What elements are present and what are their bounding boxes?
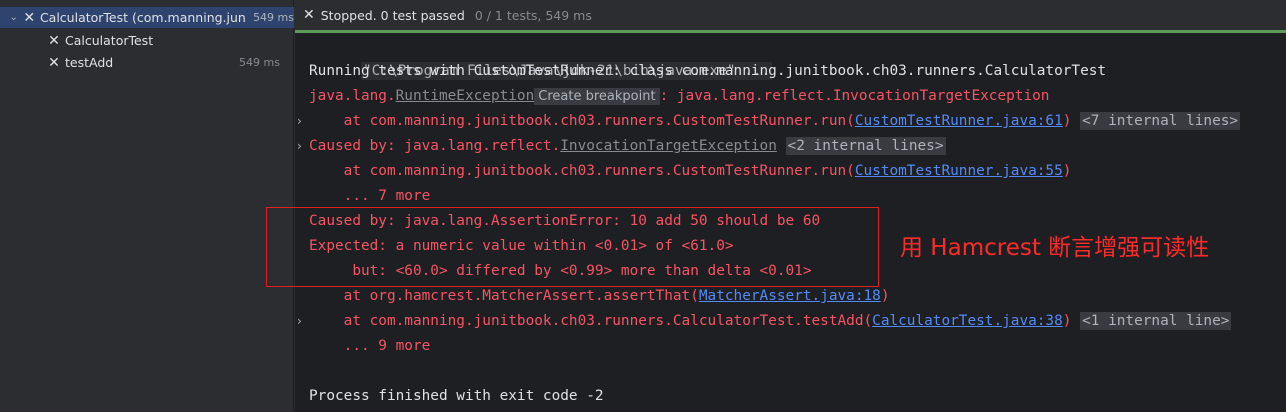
tree-item-time: 549 ms xyxy=(253,11,295,24)
stack-frame-text: at com.manning.junitbook.ch03.runners.Ca… xyxy=(309,313,873,329)
status-text: Stopped. 0 test passed xyxy=(320,7,465,23)
paren: ) xyxy=(880,288,890,304)
chevron-right-icon[interactable]: › xyxy=(297,109,302,134)
exception-message: : java.lang.reflect.InvocationTargetExce… xyxy=(659,88,1050,104)
stack-frame-text: at com.manning.junitbook.ch03.runners.Cu… xyxy=(309,113,855,129)
caused-by-text: Caused by: java.lang.reflect. xyxy=(309,138,561,154)
console-line: at org.hamcrest.MatcherAssert.assertThat… xyxy=(309,284,1286,309)
tree-item-label: CalculatorTest xyxy=(65,33,154,48)
tree-item-testadd[interactable]: ✕ testAdd 549 ms xyxy=(0,52,294,73)
paren: ) xyxy=(1062,313,1072,329)
console-line: Running tests with CustomTestRunner: cla… xyxy=(309,63,1107,79)
test-failed-icon: ✕ xyxy=(48,32,60,49)
tree-item-calculatortest[interactable]: ✕ CalculatorTest xyxy=(0,30,294,51)
console-line: ... 9 more xyxy=(309,338,431,354)
console-line: java.lang.RuntimeException Create breakpo… xyxy=(309,84,1286,109)
paren: ) xyxy=(1062,163,1072,179)
console-line: › at com.manning.junitbook.ch03.runners.… xyxy=(297,109,1286,134)
internal-lines-fold[interactable]: <2 internal lines> xyxy=(785,137,946,155)
highlight-box xyxy=(266,207,879,287)
tree-item-calculatortest-root[interactable]: ⌄ ✕ CalculatorTest (com.manning.junit 54… xyxy=(0,7,294,28)
chevron-right-icon[interactable]: › xyxy=(297,134,302,159)
console-line: ... 7 more xyxy=(309,188,431,204)
console-line-empty xyxy=(309,359,1286,384)
console-line: › at com.manning.junitbook.ch03.runners.… xyxy=(297,309,1286,334)
source-link[interactable]: CalculatorTest.java:38 xyxy=(872,313,1063,329)
console-line: Process finished with exit code -2 xyxy=(309,388,604,404)
stack-frame-text: at com.manning.junitbook.ch03.runners.Cu… xyxy=(309,163,855,179)
status-count: 0 / 1 tests, 549 ms xyxy=(474,7,592,23)
chevron-right-icon[interactable]: › xyxy=(297,309,302,334)
exception-link[interactable]: InvocationTargetException xyxy=(560,138,777,154)
create-breakpoint-tooltip[interactable]: Create breakpoint xyxy=(534,88,660,105)
console-line: "C:\Program Files\Java\jdk-21\bin\java.e… xyxy=(309,34,1286,80)
internal-lines-fold[interactable]: <7 internal lines> xyxy=(1080,112,1241,130)
stack-frame-text: at org.hamcrest.MatcherAssert.assertThat… xyxy=(309,288,699,304)
source-link[interactable]: CustomTestRunner.java:61 xyxy=(855,113,1063,129)
test-failed-icon: ✕ xyxy=(48,54,60,71)
tree-item-label: CalculatorTest (com.manning.junit xyxy=(39,10,248,25)
paren: ) xyxy=(1062,113,1072,129)
annotation-text: 用 Hamcrest 断言增强可读性 xyxy=(900,235,1210,261)
exception-package: java.lang. xyxy=(309,88,396,104)
progress-bar xyxy=(295,30,1286,33)
test-tree-panel: ⌄ ✕ CalculatorTest (com.manning.junit 54… xyxy=(0,0,294,412)
source-link[interactable]: MatcherAssert.java:18 xyxy=(699,288,881,304)
console-line: › Caused by: java.lang.reflect.Invocation… xyxy=(297,134,1286,159)
tree-item-time: 549 ms xyxy=(239,56,280,69)
console-line: at com.manning.junitbook.ch03.runners.Cu… xyxy=(309,159,1286,184)
source-link[interactable]: CustomTestRunner.java:55 xyxy=(855,163,1063,179)
console-panel: ✕ Stopped. 0 test passed 0 / 1 tests, 54… xyxy=(295,0,1286,412)
internal-lines-fold[interactable]: <1 internal line> xyxy=(1080,312,1232,330)
test-status-bar: ✕ Stopped. 0 test passed 0 / 1 tests, 54… xyxy=(295,0,1286,30)
chevron-down-icon[interactable]: ⌄ xyxy=(6,12,21,23)
stopped-icon: ✕ xyxy=(303,7,315,23)
test-failed-icon: ✕ xyxy=(23,9,36,26)
exception-link[interactable]: RuntimeException xyxy=(396,88,535,104)
tree-item-label: testAdd xyxy=(65,55,114,70)
